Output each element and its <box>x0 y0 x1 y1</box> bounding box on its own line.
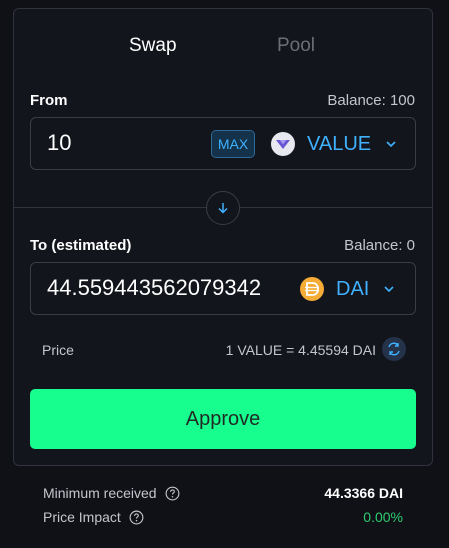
tab-pool[interactable]: Pool <box>277 35 315 57</box>
tab-swap[interactable]: Swap <box>129 35 177 57</box>
chevron-down-icon <box>386 141 396 148</box>
price-impact-label: Price Impact <box>43 509 121 525</box>
to-token-name: DAI <box>336 277 370 300</box>
arrow-down-icon <box>218 203 228 214</box>
swap-card: Swap Pool From Balance: 100 MAX VALUE <box>13 8 433 466</box>
price-impact-value: 0.00% <box>363 509 403 525</box>
from-balance: Balance: 100 <box>327 92 415 109</box>
to-token-select[interactable]: DAI <box>300 275 395 303</box>
help-icon[interactable] <box>129 510 144 525</box>
from-token-name: VALUE <box>307 132 372 155</box>
help-icon[interactable] <box>165 486 180 501</box>
min-received-label: Minimum received <box>43 485 157 501</box>
min-received-row: Minimum received <box>43 485 180 501</box>
chevron-down-icon <box>384 286 394 293</box>
to-amount-input[interactable]: 44.559443562079342 <box>47 275 297 301</box>
value-token-icon <box>271 132 295 156</box>
price-label: Price <box>42 342 74 358</box>
from-amount-input[interactable] <box>47 130 297 156</box>
from-token-select[interactable]: VALUE <box>271 130 397 158</box>
price-value: 1 VALUE = 4.45594 DAI <box>225 342 376 358</box>
approve-button[interactable]: Approve <box>30 389 416 449</box>
to-balance: Balance: 0 <box>344 237 415 254</box>
to-label: To (estimated) <box>30 237 132 254</box>
dai-token-icon <box>300 277 324 301</box>
swap-arrows-icon <box>388 342 400 356</box>
min-received-value: 44.3366 DAI <box>324 485 403 501</box>
price-impact-row: Price Impact <box>43 509 144 525</box>
to-field: 44.559443562079342 DAI <box>30 262 416 315</box>
max-button[interactable]: MAX <box>211 130 255 158</box>
from-field: MAX VALUE <box>30 117 416 170</box>
tab-bar: Swap Pool <box>14 35 432 65</box>
switch-direction-button[interactable] <box>206 191 240 225</box>
from-label: From <box>30 92 68 109</box>
invert-price-button[interactable] <box>382 337 406 361</box>
